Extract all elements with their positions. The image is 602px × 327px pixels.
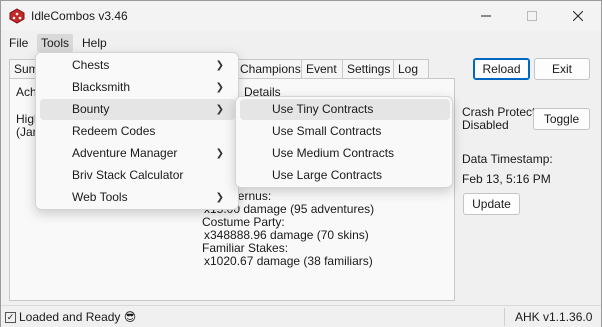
close-icon — [573, 11, 583, 21]
tab-log[interactable]: Log — [393, 59, 429, 79]
menu-item-medium-contracts[interactable]: Use Medium Contracts — [240, 143, 450, 164]
status-bar: ✓ Loaded and Ready 😎 AHK v1.1.36.0 — [1, 305, 601, 327]
chevron-right-icon: ❯ — [215, 148, 224, 159]
bonus-line: Familiar Stakes: — [202, 241, 289, 255]
menu-item-label: Briv Stack Calculator — [72, 168, 184, 182]
window-title: IdleCombos v3.46 — [31, 9, 128, 23]
tools-menu: Chests ❯ Blacksmith ❯ Bounty ❯ Redeem Co… — [35, 52, 239, 210]
menu-item-bounty[interactable]: Bounty ❯ — [40, 99, 236, 120]
chevron-right-icon: ❯ — [215, 192, 224, 203]
menu-item-blacksmith[interactable]: Blacksmith ❯ — [40, 77, 236, 98]
ahk-version: AHK v1.1.36.0 — [515, 310, 593, 324]
crash-protect-label: Crash Protect — [462, 105, 536, 119]
minimize-icon — [481, 15, 491, 17]
maximize-icon — [527, 11, 537, 21]
menu-item-label: Adventure Manager — [72, 146, 178, 160]
reload-button[interactable]: Reload — [473, 58, 530, 80]
menu-item-small-contracts[interactable]: Use Small Contracts — [240, 121, 450, 142]
menu-bar: File Tools Help — [1, 32, 601, 52]
app-window: IdleCombos v3.46 File Tools Help Sum Cha… — [0, 0, 602, 327]
menu-item-label: Web Tools — [72, 190, 128, 204]
maximize-button[interactable] — [509, 1, 555, 31]
chevron-right-icon: ❯ — [215, 60, 224, 71]
menu-item-label: Bounty — [72, 102, 110, 116]
menu-item-large-contracts[interactable]: Use Large Contracts — [240, 165, 450, 186]
checkbox-icon[interactable]: ✓ — [5, 312, 16, 323]
menu-tools[interactable]: Tools — [37, 34, 74, 52]
menu-item-label: Blacksmith — [72, 80, 131, 94]
red-dice-icon — [9, 8, 25, 24]
menu-help[interactable]: Help — [78, 34, 111, 52]
bonus-line: x1020.67 damage (38 familiars) — [204, 254, 373, 268]
menu-item-redeem-codes[interactable]: Redeem Codes — [40, 121, 236, 142]
exit-button[interactable]: Exit — [534, 58, 590, 80]
menu-file[interactable]: File — [5, 34, 32, 52]
crash-protect-status: Disabled — [462, 118, 509, 132]
chevron-right-icon: ❯ — [215, 104, 224, 115]
tab-settings[interactable]: Settings — [342, 59, 394, 79]
status-text: Loaded and Ready 😎 — [19, 310, 137, 324]
menu-item-tiny-contracts[interactable]: Use Tiny Contracts — [240, 99, 450, 120]
title-bar: IdleCombos v3.46 — [1, 1, 601, 31]
status-divider — [504, 308, 505, 326]
menu-item-label: Redeem Codes — [72, 124, 156, 138]
menu-item-label: Chests — [72, 58, 110, 72]
menu-item-web-tools[interactable]: Web Tools ❯ — [40, 187, 236, 208]
menu-item-briv-stack-calculator[interactable]: Briv Stack Calculator — [40, 165, 236, 186]
update-button[interactable]: Update — [463, 193, 520, 215]
tab-event[interactable]: Event — [301, 59, 343, 79]
ach-label: Ach — [16, 85, 37, 99]
bounty-submenu: Use Tiny Contracts Use Small Contracts U… — [235, 96, 453, 188]
data-timestamp-value: Feb 13, 5:16 PM — [462, 172, 551, 186]
toggle-button[interactable]: Toggle — [533, 108, 590, 130]
minimize-button[interactable] — [463, 1, 509, 31]
chevron-right-icon: ❯ — [215, 82, 224, 93]
close-button[interactable] — [555, 1, 601, 31]
menu-item-adventure-manager[interactable]: Adventure Manager ❯ — [40, 143, 236, 164]
data-timestamp-label: Data Timestamp: — [462, 152, 553, 166]
menu-item-chests[interactable]: Chests ❯ — [40, 55, 236, 76]
bonus-line: Costume Party: — [202, 215, 285, 229]
bonus-line: x348888.96 damage (70 skins) — [204, 228, 369, 242]
